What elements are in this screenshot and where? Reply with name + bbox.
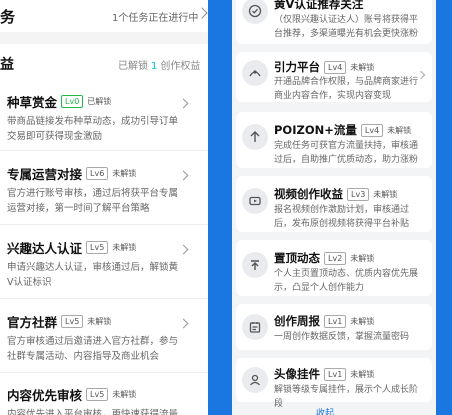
benefit-desc: 申请兴趣达人认证，审核通过后，解锁黄V认证标识 — [7, 262, 179, 288]
benefit-item[interactable]: 内容优先审核 Lv5 未解锁 内容优先进入平台审核，更快速获得流量 — [0, 385, 208, 415]
benefit-card[interactable]: 头像挂件 Lv1 未解锁 解锁等级专属挂件，展示个人成长阶段 — [236, 358, 432, 409]
benefit-desc: 报名视频创作激励计划，审核通过后，发布原创视频将获得平台补贴 — [274, 205, 410, 229]
benefit-name: 置顶动态 — [274, 251, 320, 265]
benefit-card[interactable]: 引力平台 Lv4 未解锁 开通品牌合作权限，与品牌商家进行商业内容合作，实现内容… — [236, 52, 432, 102]
benefit-item[interactable]: 种草赏金 Lv0 已解锁 带商品链接发布种草动态，成功引导订单交易即可获得现金激… — [0, 92, 208, 144]
divider — [0, 150, 208, 151]
level-badge: Lv3 — [347, 187, 370, 201]
traffic-boost-icon — [242, 124, 268, 150]
benefit-name: 黄V认证推荐关注 — [274, 0, 364, 11]
benefit-card[interactable]: 视频创作收益 Lv3 未解锁 报名视频创作激励计划，审核通过后，发布原创视频将获… — [236, 176, 432, 232]
task-section-title: 务 — [0, 8, 16, 26]
level-badge: Lv0 — [61, 94, 84, 108]
benefit-name: 官方社群 — [7, 314, 58, 330]
benefit-desc: 官方审核通过后邀请进入官方社群，参与社群专属活动、内容指导及商业机会 — [7, 336, 179, 362]
benefit-card[interactable]: 创作周报 Lv1 未解锁 一周创作数据反馈，掌握流量密码 — [236, 304, 432, 350]
section-divider — [0, 32, 208, 44]
divider — [0, 372, 208, 373]
benefit-desc: 官方进行账号审核，通过后将获平台专属运营对接，第一时间了解平台策略 — [7, 188, 179, 214]
unlock-status: 未解锁 — [112, 389, 137, 399]
level-badge: Lv5 — [86, 240, 109, 254]
level-badge: Lv1 — [324, 367, 347, 381]
benefit-item[interactable]: 兴趣达人认证 Lv5 未解锁 申请兴趣达人认证，审核通过后，解锁黄V认证标识 — [0, 238, 208, 290]
level-badge: Lv5 — [86, 387, 109, 401]
unlock-status: 未解锁 — [373, 189, 398, 199]
unlock-status: 未解锁 — [387, 125, 412, 135]
frame-border-left — [208, 0, 232, 415]
benefit-desc: 解锁等级专属挂件，展示个人成长阶段 — [274, 385, 419, 409]
benefit-name: 专属运营对接 — [7, 166, 83, 182]
benefit-name: 视频创作收益 — [274, 187, 343, 201]
divider — [0, 298, 208, 299]
unlock-status: 未解锁 — [350, 62, 375, 72]
benefit-name: 内容优先审核 — [7, 387, 83, 403]
benefit-card[interactable]: 黄V认证推荐关注 （仅限兴趣认证达人）账号将获得平台推荐，多渠道曝光有机会更快涨… — [236, 0, 432, 44]
pin-top-icon — [242, 252, 268, 278]
level-badge: Lv1 — [324, 314, 347, 328]
benefit-desc: 一周创作数据反馈，掌握流量密码 — [274, 332, 410, 342]
benefit-desc: 带商品链接发布种草动态，成功引导订单交易即可获得现金激励 — [7, 116, 179, 142]
benefit-desc: 完成任务可获官方流量扶持，审核通过后，自助推广优质动态，助力涨粉 — [274, 141, 419, 165]
unlock-status: 未解锁 — [112, 168, 137, 178]
unlocked-suffix: 创作权益 — [160, 61, 201, 72]
right-panel: 黄V认证推荐关注 （仅限兴趣认证达人）账号将获得平台推荐，多渠道曝光有机会更快涨… — [232, 0, 436, 415]
benefit-desc: 开通品牌合作权限，与品牌商家进行商业内容合作，实现内容变现 — [274, 77, 419, 101]
unlocked-count: 1 — [151, 61, 158, 72]
benefit-card[interactable]: 置顶动态 Lv2 未解锁 个人主页置顶动态、优质内容优先展示，凸显个人创作能力 — [236, 240, 432, 296]
video-income-icon — [242, 188, 268, 214]
unlock-status: 未解锁 — [87, 316, 112, 326]
gravity-platform-icon — [242, 60, 268, 86]
benefit-desc: 个人主页置顶动态、优质内容优先展示，凸显个人创作能力 — [274, 269, 419, 293]
unlock-status: 已解锁 — [87, 96, 112, 106]
avatar-pendant-icon — [242, 367, 268, 393]
unlocked-stat: 已解锁 1 创作权益 — [118, 57, 200, 72]
unlock-status: 未解锁 — [350, 253, 375, 263]
unlock-status: 未解锁 — [112, 242, 137, 252]
benefit-header: 益 已解锁 1 创作权益 — [0, 50, 208, 74]
frame-border-right — [436, 0, 452, 415]
benefit-desc: （仅限兴趣认证达人）账号将获得平台推荐，多渠道曝光有机会更快涨粉 — [274, 15, 419, 39]
level-badge: Lv4 — [324, 60, 347, 74]
verified-badge-icon — [242, 0, 268, 24]
unlock-status: 未解锁 — [350, 316, 375, 326]
left-panel: 务 1个任务正在进行中 益 已解锁 1 创作权益 种草赏金 Lv0 已解锁 带商品链… — [0, 0, 208, 415]
level-badge: Lv2 — [324, 251, 347, 265]
unlocked-label: 已解锁 — [118, 61, 148, 72]
benefit-name: 引力平台 — [274, 60, 320, 74]
level-badge: Lv6 — [86, 166, 109, 180]
collapse-link[interactable]: 收起 — [316, 406, 334, 415]
benefit-section-title: 益 — [0, 57, 14, 73]
benefit-name: 兴趣达人认证 — [7, 240, 83, 256]
level-badge: Lv5 — [61, 314, 84, 328]
divider — [0, 224, 208, 225]
task-progress-row[interactable]: 务 1个任务正在进行中 — [0, 0, 208, 30]
benefit-name: 种草赏金 — [7, 94, 58, 110]
benefit-item[interactable]: 专属运营对接 Lv6 未解锁 官方进行账号审核，通过后将获平台专属运营对接，第一… — [0, 164, 208, 216]
level-badge: Lv4 — [360, 123, 384, 137]
task-progress-text: 1个任务正在进行中 — [112, 13, 199, 24]
unlock-status: 未解锁 — [350, 369, 375, 379]
benefit-name: 创作周报 — [274, 314, 320, 328]
benefit-item[interactable]: 官方社群 Lv5 未解锁 官方审核通过后邀请进入官方社群，参与社群专属活动、内容… — [0, 312, 208, 364]
benefit-name: 头像挂件 — [274, 367, 320, 381]
benefit-card[interactable]: POIZON+流量 Lv4 未解锁 完成任务可获官方流量扶持，审核通过后，自助推… — [236, 112, 432, 168]
benefit-name: POIZON+流量 — [274, 123, 357, 137]
weekly-report-icon — [242, 314, 268, 340]
benefit-desc: 内容优先进入平台审核，更快速获得流量 — [7, 409, 179, 415]
